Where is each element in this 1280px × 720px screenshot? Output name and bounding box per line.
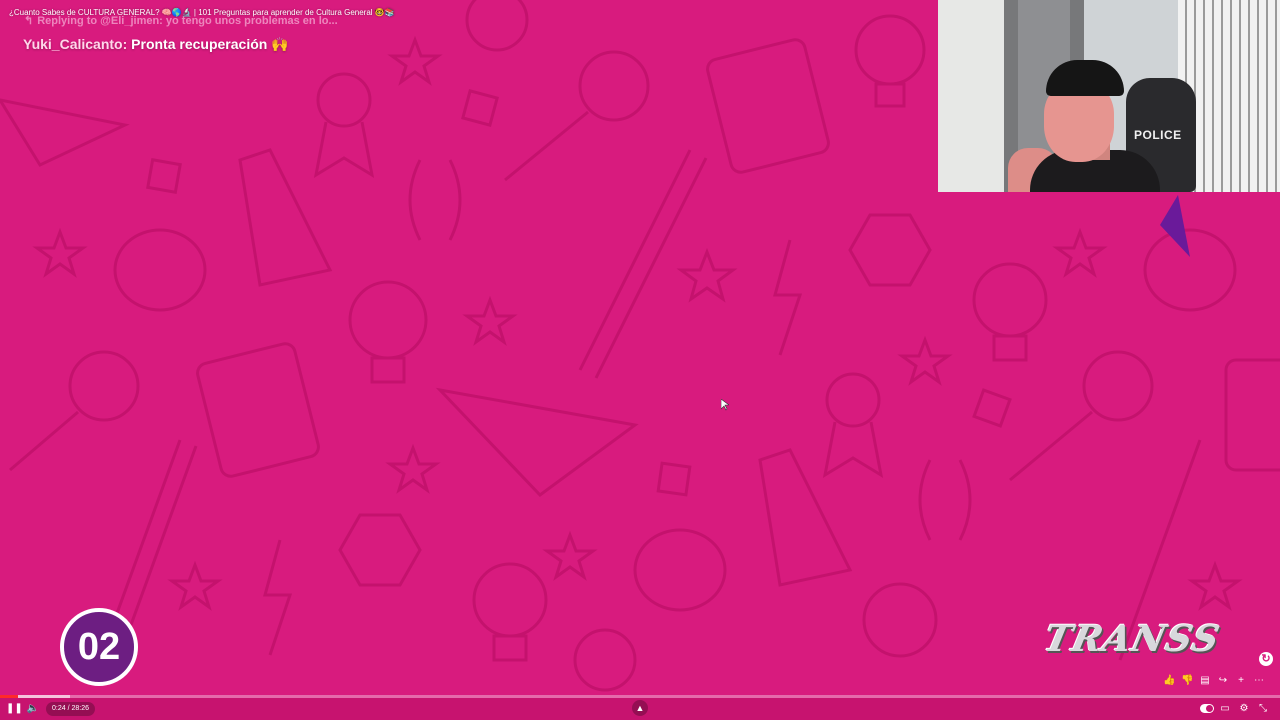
chat-reply-context: ↰ Replying to @Eli_jimen: yo tengo unos p… <box>24 14 338 27</box>
refresh-icon[interactable]: ↻ <box>1259 652 1273 666</box>
share-icon[interactable]: ↪ <box>1217 675 1229 687</box>
fullscreen-exit-icon[interactable]: ⤡ <box>1257 702 1269 716</box>
volume-icon[interactable]: 🔈 <box>26 702 40 716</box>
plus-icon[interactable]: + <box>1235 675 1247 687</box>
chat-text: Pronta recuperación 🙌 <box>131 36 289 52</box>
like-icon[interactable]: 👍 <box>1163 675 1175 687</box>
chair-label: POLICE <box>1134 128 1182 142</box>
action-icons: 👍 👎 ▤ ↪ + ⋯ <box>1163 674 1265 688</box>
channel-logo: TRANSS <box>1040 618 1224 660</box>
reply-arrow-icon: ↰ <box>24 15 34 27</box>
dislike-icon[interactable]: 👎 <box>1181 675 1193 687</box>
mouse-cursor-icon <box>721 399 729 411</box>
chevron-up-icon[interactable]: ▲ <box>632 700 648 716</box>
reply-text: Replying to @Eli_jimen: yo tengo unos pr… <box>37 15 338 27</box>
webcam-overlay: POLICE <box>938 0 1280 192</box>
more-icon[interactable]: ⋯ <box>1253 675 1265 687</box>
question-number-badge: 02 <box>60 608 138 686</box>
settings-icon[interactable]: ⚙ <box>1238 702 1250 716</box>
player-controls: ❚❚ 🔈 0:24 / 28:26 ▲ ▭ ⚙ ⤡ <box>0 698 1280 720</box>
miniplayer-icon[interactable]: ▭ <box>1219 702 1231 716</box>
webcam-wall <box>938 0 1008 192</box>
pause-icon[interactable]: ❚❚ <box>6 702 23 716</box>
autoplay-toggle[interactable] <box>1200 704 1214 713</box>
purple-pointer-icon <box>1160 195 1190 257</box>
chat-message: Yuki_Calicanto: Pronta recuperación 🙌 <box>23 36 289 53</box>
comment-icon[interactable]: ▤ <box>1199 675 1211 687</box>
time-display: 0:24 / 28:26 <box>46 702 95 716</box>
streamer-cap <box>1046 60 1124 96</box>
chat-username: Yuki_Calicanto: <box>23 36 128 52</box>
